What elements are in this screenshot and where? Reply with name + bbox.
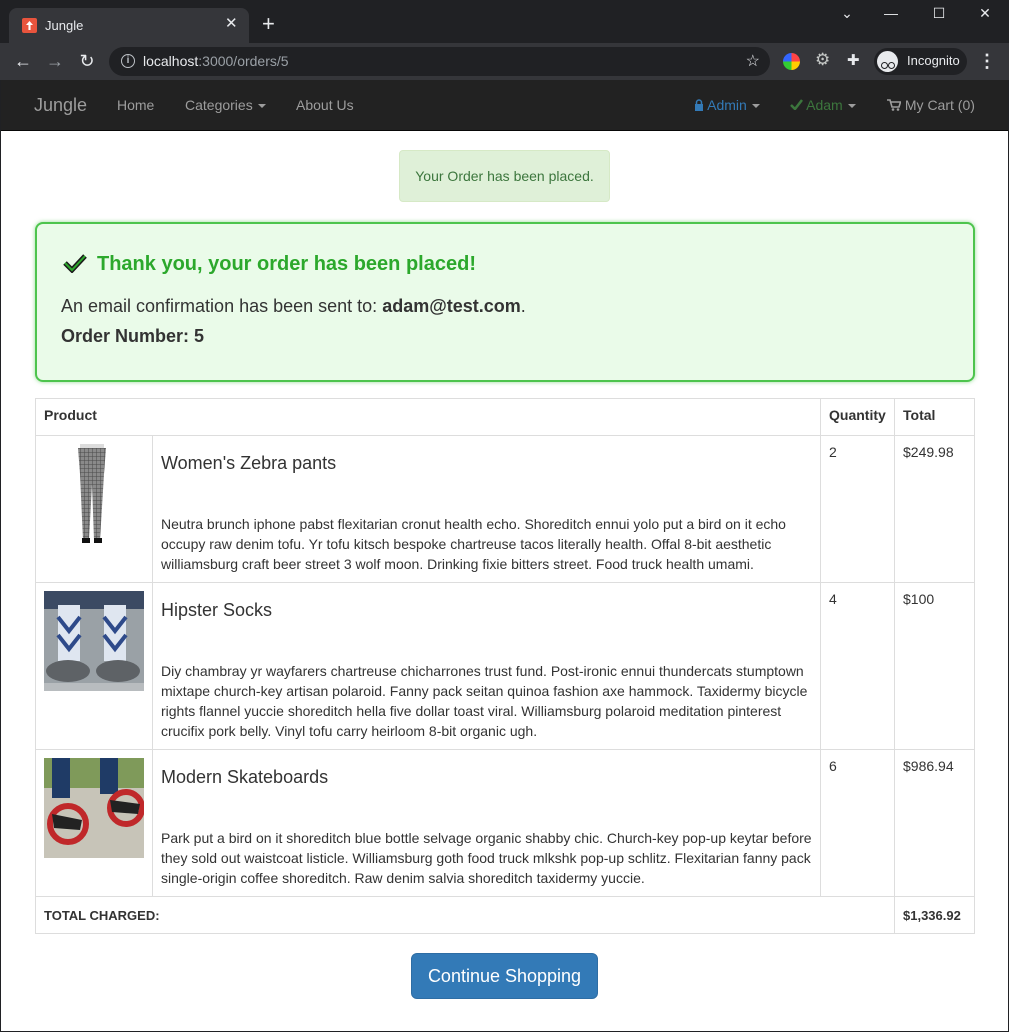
browser-toolbar: ← → ↻ i localhost:3000/orders/5 ☆ ⚙ ✚ In… [0, 43, 1009, 80]
browser-tab[interactable]: Jungle ✕ [9, 8, 249, 43]
tab-close-icon[interactable]: ✕ [225, 16, 238, 31]
browser-tabstrip: Jungle ✕ + ⌄ — ☐ ✕ [0, 0, 1009, 43]
nav-user-label: Adam [806, 97, 843, 113]
shopping-cart-icon [887, 99, 902, 111]
incognito-icon [877, 51, 898, 72]
skateboards-image [44, 758, 145, 858]
product-info-cell: Hipster Socks Diy chambray yr wayfarers … [152, 582, 821, 750]
product-name: Women's Zebra pants [161, 453, 337, 473]
confirmation-title: Thank you, your order has been placed! [97, 253, 476, 275]
brand-link[interactable]: Jungle [34, 95, 87, 116]
address-bar[interactable]: i localhost:3000/orders/5 ☆ [109, 47, 770, 76]
caret-down-icon [257, 104, 266, 109]
quantity-cell: 2 [820, 435, 895, 583]
table-row: Hipster Socks Diy chambray yr wayfarers … [35, 582, 975, 750]
check-icon [790, 99, 803, 111]
url-host: localhost [143, 53, 199, 69]
product-image-cell [35, 749, 153, 897]
email-confirmation-text: An email confirmation has been sent to: … [61, 296, 526, 317]
jungle-favicon-icon [22, 18, 37, 33]
product-description: Diy chambray yr wayfarers chartreuse chi… [161, 663, 808, 739]
email-suffix: . [520, 296, 526, 316]
email-prefix: An email confirmation has been sent to: [61, 296, 383, 316]
tab-title: Jungle [45, 18, 84, 33]
nav-user-dropdown[interactable]: Adam [790, 97, 856, 113]
nav-cart-label: My Cart (0) [904, 97, 975, 113]
back-arrow-icon[interactable]: ← [12, 49, 34, 73]
caret-down-icon [847, 104, 856, 109]
table-row: Modern Skateboards Park put a bird on it… [35, 749, 975, 897]
line-total-cell: $986.94 [894, 749, 975, 897]
table-row: Women's Zebra pants Neutra brunch iphone… [35, 435, 975, 583]
product-name: Modern Skateboards [161, 767, 329, 787]
minimize-button[interactable]: — [876, 5, 906, 21]
nav-admin-dropdown[interactable]: Admin [694, 97, 760, 113]
header-product: Product [35, 398, 821, 436]
product-description: Neutra brunch iphone pabst flexitarian c… [161, 516, 786, 572]
caret-down-icon [751, 104, 760, 109]
color-extension-icon[interactable] [783, 53, 800, 70]
url-path: :3000/orders/5 [198, 53, 289, 69]
product-description: Park put a bird on it shoreditch blue bo… [161, 830, 812, 886]
site-info-icon[interactable]: i [121, 54, 135, 68]
incognito-label: Incognito [907, 53, 960, 68]
close-window-button[interactable]: ✕ [970, 5, 1000, 22]
page-viewport: Jungle Home Categories About Us Admin Ad… [1, 80, 1008, 1031]
extensions-puzzle-icon[interactable]: ✚ [847, 51, 864, 69]
maximize-button[interactable]: ☐ [924, 5, 954, 22]
new-tab-button[interactable]: + [262, 13, 275, 35]
total-charged-label: TOTAL CHARGED: [35, 896, 895, 934]
product-image-cell [35, 582, 153, 750]
product-info-cell: Modern Skateboards Park put a bird on it… [152, 749, 821, 897]
nav-cart[interactable]: My Cart (0) [887, 97, 975, 113]
header-quantity: Quantity [820, 398, 895, 436]
nav-about[interactable]: About Us [296, 97, 354, 113]
continue-shopping-button[interactable]: Continue Shopping [411, 953, 598, 999]
nav-admin-label: Admin [707, 97, 747, 113]
flash-notice: Your Order has been placed. [399, 150, 610, 202]
order-number: Order Number: 5 [61, 326, 205, 346]
site-navbar: Jungle Home Categories About Us Admin Ad… [1, 80, 1008, 131]
line-total-cell: $100 [894, 582, 975, 750]
product-info-cell: Women's Zebra pants Neutra brunch iphone… [152, 435, 821, 583]
hipster-socks-image [44, 591, 144, 691]
nav-home[interactable]: Home [117, 97, 154, 113]
checkmark-icon [63, 254, 87, 273]
order-items-table: Product Quantity Total Women's Zebra pan… [35, 398, 975, 934]
line-total-cell: $249.98 [894, 435, 975, 583]
browser-menu-icon[interactable]: ⋮ [977, 49, 997, 73]
confirmation-email: adam@test.com [382, 296, 521, 316]
total-charged-row: TOTAL CHARGED: $1,336.92 [35, 896, 975, 934]
nav-categories-dropdown[interactable]: Categories [185, 97, 266, 113]
product-name: Hipster Socks [161, 600, 273, 620]
incognito-profile-button[interactable]: Incognito [874, 48, 967, 75]
product-image-cell [35, 435, 153, 583]
nav-categories-label: Categories [185, 97, 253, 113]
quantity-cell: 4 [820, 582, 895, 750]
tab-search-icon[interactable]: ⌄ [832, 5, 862, 22]
lock-icon [695, 99, 703, 111]
table-header-row: Product Quantity Total [35, 398, 975, 436]
total-charged-value: $1,336.92 [894, 896, 975, 934]
reload-icon[interactable]: ↻ [76, 49, 98, 73]
quantity-cell: 6 [820, 749, 895, 897]
bookmark-star-icon[interactable]: ☆ [746, 51, 760, 71]
forward-arrow-icon[interactable]: → [44, 49, 66, 73]
header-total: Total [894, 398, 975, 436]
order-confirmation-panel: Thank you, your order has been placed! A… [35, 222, 975, 382]
gear-extension-icon[interactable]: ⚙ [815, 50, 832, 69]
zebra-pants-image [44, 444, 144, 544]
url-text[interactable]: localhost:3000/orders/5 [143, 53, 289, 69]
